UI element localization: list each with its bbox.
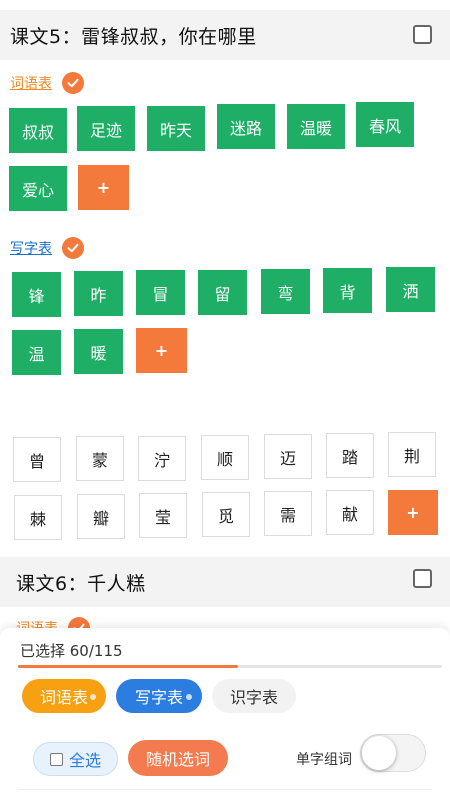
writing-chip[interactable]: 昨: [74, 271, 123, 316]
tab-vocab-label: 词语表: [39, 688, 88, 707]
writing-chip[interactable]: 留: [198, 270, 247, 315]
recognize-chip[interactable]: 迈: [264, 434, 312, 479]
writing-chip[interactable]: 背: [323, 268, 372, 313]
recognize-chip[interactable]: 泞: [138, 436, 186, 481]
random-pick-button[interactable]: 随机选词: [128, 740, 228, 776]
recognize-chip[interactable]: 莹: [139, 493, 187, 538]
recognize-chip[interactable]: 觅: [202, 492, 250, 537]
progress-bar: [18, 665, 442, 668]
writing-label[interactable]: 写字表: [10, 238, 52, 258]
progress-fill: [18, 665, 239, 668]
lesson5-title: 课文5：雷锋叔叔，你在哪里: [10, 25, 257, 48]
selected-dot-icon: [186, 694, 192, 700]
recognize-chip[interactable]: 棘: [14, 495, 62, 540]
vocab-chip[interactable]: 昨天: [147, 106, 205, 151]
check-icon[interactable]: [62, 72, 84, 94]
bottom-panel: 已选择 60/115 词语表 写字表 识字表 全选 随机选词 单字组词: [0, 628, 450, 800]
recognize-chip[interactable]: 献: [326, 490, 374, 535]
vocab-chip[interactable]: 足迹: [77, 106, 135, 151]
single-char-toggle[interactable]: [360, 734, 426, 772]
writing-chip[interactable]: 温: [12, 330, 61, 375]
select-all-button[interactable]: 全选: [33, 742, 118, 776]
lesson6-checkbox[interactable]: [413, 569, 432, 588]
tab-vocab[interactable]: 词语表: [22, 679, 106, 713]
lesson5-header[interactable]: 课文5：雷锋叔叔，你在哪里: [0, 10, 450, 60]
lesson6-header[interactable]: 课文6：千人糕: [0, 557, 450, 607]
recognize-chip[interactable]: 蒙: [76, 436, 124, 481]
recognize-chip[interactable]: 踏: [326, 433, 374, 478]
select-all-label: 全选: [68, 751, 101, 770]
add-vocab-button[interactable]: +: [78, 165, 129, 210]
recognize-chip[interactable]: 荆: [388, 432, 436, 477]
single-char-label: 单字组词: [296, 752, 352, 768]
checkbox-icon: [49, 752, 63, 766]
tab-recognize-label: 识字表: [229, 688, 278, 707]
lesson5-vocab-section: 词语表: [10, 72, 84, 94]
vocab-chip[interactable]: 叔叔: [9, 108, 67, 153]
add-recognize-button[interactable]: +: [388, 490, 438, 535]
selected-count: 已选择 60/115: [20, 642, 123, 660]
writing-chip[interactable]: 冒: [136, 270, 185, 315]
writing-chip[interactable]: 弯: [261, 269, 310, 314]
vocab-chip[interactable]: 爱心: [9, 166, 67, 211]
recognize-chip[interactable]: 需: [264, 491, 312, 536]
vocab-chip[interactable]: 春风: [356, 102, 414, 147]
divider: [18, 789, 432, 790]
lesson5-checkbox[interactable]: [413, 25, 432, 44]
recognize-chip[interactable]: 曾: [13, 437, 61, 482]
tab-writing[interactable]: 写字表: [116, 679, 202, 713]
tab-recognize[interactable]: 识字表: [212, 679, 296, 713]
writing-chip[interactable]: 锋: [12, 272, 61, 317]
selected-dot-icon: [90, 694, 96, 700]
vocab-chip[interactable]: 迷路: [217, 104, 275, 149]
vocab-label[interactable]: 词语表: [10, 73, 52, 93]
recognize-chip[interactable]: 顺: [201, 435, 249, 480]
writing-chip[interactable]: 暖: [74, 329, 123, 374]
vocab-chip[interactable]: 温暖: [287, 104, 345, 149]
check-icon[interactable]: [62, 237, 84, 259]
add-writing-button[interactable]: +: [136, 328, 187, 373]
tab-writing-label: 写字表: [134, 688, 183, 707]
toggle-knob: [362, 736, 396, 770]
lesson6-title: 课文6：千人糕: [16, 572, 146, 595]
writing-chip[interactable]: 洒: [386, 267, 435, 312]
recognize-chip[interactable]: 瓣: [77, 494, 125, 539]
lesson5-writing-section: 写字表: [10, 237, 84, 259]
